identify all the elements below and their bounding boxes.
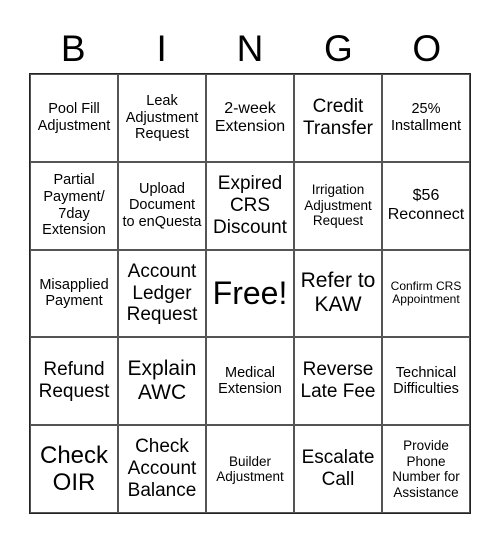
bingo-cell[interactable]: Pool Fill Adjustment (30, 74, 118, 162)
bingo-cell[interactable]: Account Ledger Request (118, 249, 206, 338)
bingo-cell[interactable]: Check Account Balance (118, 425, 206, 513)
bingo-cell[interactable]: 25% Installment (382, 74, 470, 162)
bingo-cell[interactable]: $56 Reconnect (382, 161, 470, 250)
bingo-cell[interactable]: Misapplied Payment (30, 249, 118, 338)
bingo-cell[interactable]: Medical Extension (206, 337, 294, 426)
bingo-cell[interactable]: Upload Document to enQuesta (118, 161, 206, 250)
header-letter-i: I (156, 28, 167, 69)
bingo-cell[interactable]: Credit Transfer (294, 74, 382, 162)
bingo-cell[interactable]: Reverse Late Fee (294, 337, 382, 426)
header-letter-n: N (236, 28, 264, 69)
header-letter-o: O (412, 28, 442, 69)
bingo-card-grid: Pool Fill Adjustment Leak Adjustment Req… (29, 73, 471, 514)
bingo-cell[interactable]: Partial Payment/ 7day Extension (30, 161, 118, 250)
bingo-cell[interactable]: Expired CRS Discount (206, 161, 294, 250)
bingo-cell[interactable]: Irrigation Adjustment Request (294, 161, 382, 250)
bingo-cell[interactable]: Technical Difficulties (382, 337, 470, 426)
free-space-cell[interactable]: Free! (206, 249, 294, 338)
bingo-cell[interactable]: Explain AWC (118, 337, 206, 426)
bingo-cell[interactable]: Check OIR (30, 425, 118, 513)
header-letter-g: G (323, 28, 353, 69)
bingo-cell[interactable]: Escalate Call (294, 425, 382, 513)
bingo-cell[interactable]: Confirm CRS Appointment (382, 249, 470, 338)
bingo-header: B I N G O (29, 24, 471, 74)
bingo-cell[interactable]: Refer to KAW (294, 249, 382, 338)
bingo-cell[interactable]: Leak Adjustment Request (118, 74, 206, 162)
bingo-cell[interactable]: Builder Adjustment (206, 425, 294, 513)
bingo-cell[interactable]: Refund Request (30, 337, 118, 426)
header-letter-b: B (60, 28, 86, 69)
bingo-cell[interactable]: Provide Phone Number for Assistance (382, 425, 470, 513)
bingo-cell[interactable]: 2-week Extension (206, 74, 294, 162)
